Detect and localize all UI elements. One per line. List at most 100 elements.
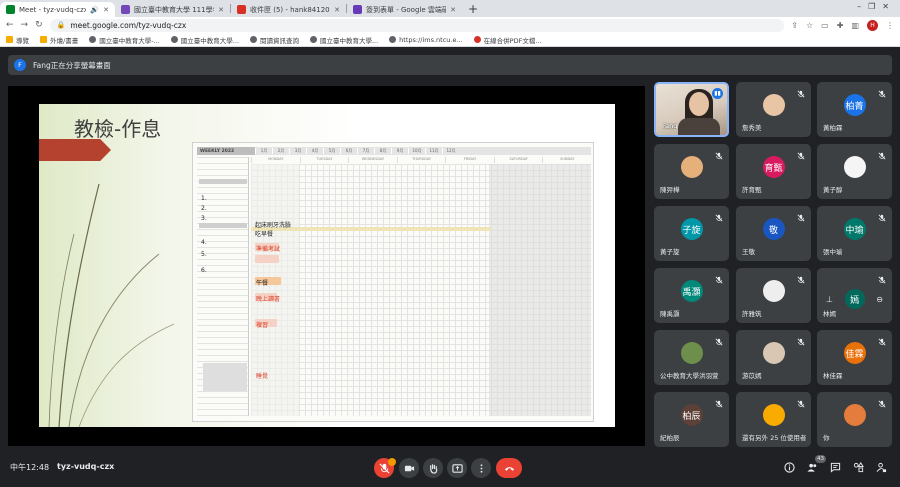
close-tab-icon[interactable]: ✕: [103, 6, 109, 14]
presentation-stage[interactable]: 教檢-作息 WEEKLY 2022 1月 2月 3月 4月 5月 6月 7月 8…: [8, 86, 645, 446]
participant-tile[interactable]: 柏辰 紀柏辰: [654, 392, 729, 447]
participant-tile[interactable]: 佳霖 林佳霖: [817, 330, 892, 385]
handwritten-note: 準備考試: [256, 246, 281, 253]
participant-tile[interactable]: 敬王敬: [736, 206, 811, 261]
participant-name: 黃子旋: [660, 248, 680, 256]
participant-tile[interactable]: 黃子醇: [817, 144, 892, 199]
participant-name: 紀柏辰: [660, 434, 680, 442]
profile-avatar[interactable]: H: [867, 19, 878, 31]
browser-tab-meet[interactable]: Meet - tyz-vudq-czx 🔊 ✕: [0, 2, 115, 17]
share-icon[interactable]: ⇪: [791, 21, 798, 30]
bookmark-label: 國立臺中教育大學-...: [99, 36, 160, 45]
participant-tile[interactable]: 還有另外 25 位使用者: [736, 392, 811, 447]
chat-button[interactable]: [829, 461, 842, 474]
month-label: 7月: [357, 148, 374, 154]
participant-name: 游苡嫣: [742, 372, 762, 380]
more-options-button[interactable]: [471, 458, 491, 478]
gmail-favicon-icon: [237, 5, 246, 14]
day-label: THURSDAY: [396, 157, 446, 163]
note-number: 2.: [201, 205, 207, 212]
participant-tile[interactable]: 中瑜 張中瑜: [817, 206, 892, 261]
bookmark-label: 閱讀資訊查詢: [259, 36, 299, 45]
browser-tab-ntcu[interactable]: 國立臺中教育大學 111學年度 英... ✕: [115, 2, 230, 17]
reload-icon[interactable]: ↻: [35, 20, 43, 30]
participant-tile[interactable]: 育甄 許育甄: [736, 144, 811, 199]
extensions-icon[interactable]: ✚: [837, 21, 844, 30]
camera-icon[interactable]: ▭: [821, 21, 829, 30]
info-icon: [784, 462, 795, 473]
bookmark-item[interactable]: 外燴/書畫: [40, 35, 78, 45]
participant-tile[interactable]: 詹秀美: [736, 82, 811, 137]
browser-tab-strip: Meet - tyz-vudq-czx 🔊 ✕ 國立臺中教育大學 111學年度 …: [0, 0, 900, 17]
window-controls[interactable]: –❐✕: [857, 2, 896, 11]
month-label: 5月: [323, 148, 340, 154]
tab-title: 簽到表單 - Google 雲端硬碟: [366, 5, 447, 14]
participant-tile[interactable]: 柏菁 黃柏霖: [817, 82, 892, 137]
month-label: 8月: [374, 148, 391, 154]
meet-bottom-bar: 中午12:48 tyz-vudq-czx: [0, 452, 900, 487]
sidepanel-icon[interactable]: ▥: [851, 21, 859, 30]
close-tab-icon[interactable]: ✕: [218, 6, 224, 14]
bookmark-item[interactable]: 國立臺中教育大學-...: [89, 35, 160, 45]
participant-name: 還有另外 25 位使用者: [742, 434, 807, 442]
tab-title: 國立臺中教育大學 111學年度 英...: [134, 5, 214, 14]
browser-toolbar: ← → ↻ 🔒 meet.google.com/tyz-vudq-czx ⇪ ☆…: [0, 17, 900, 33]
more-vert-icon: [480, 463, 482, 473]
new-tab-button[interactable]: +: [462, 2, 484, 16]
day-label: SATURDAY: [493, 157, 543, 163]
host-controls-button[interactable]: [875, 461, 888, 474]
people-button[interactable]: [806, 461, 819, 474]
mic-off-icon: [797, 336, 805, 346]
site-favicon-icon: [121, 5, 130, 14]
participant-name: 黃柏霖: [823, 124, 843, 132]
participant-name: Fang: [662, 122, 678, 130]
bookmark-item[interactable]: 國立臺中教育大學...: [309, 35, 378, 45]
tab-title: Meet - tyz-vudq-czx: [19, 5, 87, 14]
participant-tile[interactable]: 子旋 黃子旋: [654, 206, 729, 261]
present-button[interactable]: [447, 458, 467, 478]
folder-icon: [40, 36, 47, 43]
browser-tab-drive[interactable]: 簽到表單 - Google 雲端硬碟 ✕: [347, 2, 462, 17]
bookmark-star-icon[interactable]: ☆: [806, 21, 813, 30]
participant-name: 許雅筑: [742, 310, 762, 318]
activities-button[interactable]: [852, 461, 865, 474]
bookmark-label: 國立臺中教育大學...: [180, 36, 239, 45]
raise-hand-button[interactable]: [423, 458, 443, 478]
browser-tab-gmail[interactable]: 收件匣 (5) - hank841204@ma... ✕: [231, 2, 346, 17]
participant-avatar: 禹灝: [680, 280, 703, 302]
participant-avatar: 敬: [762, 218, 785, 240]
slide-title: 教檢-作息: [74, 117, 162, 141]
day-label: MONDAY: [251, 157, 300, 163]
forward-icon[interactable]: →: [21, 20, 29, 30]
bookmark-item[interactable]: 導覽: [6, 35, 29, 45]
participant-tile[interactable]: ▮▮ Fang: [654, 82, 729, 137]
weekly-planner: WEEKLY 2022 1月 2月 3月 4月 5月 6月 7月 8月 9月 1…: [192, 142, 594, 422]
back-icon[interactable]: ←: [6, 20, 14, 30]
participant-tile[interactable]: 許雅筑: [736, 268, 811, 323]
participant-tile[interactable]: 你: [817, 392, 892, 447]
meeting-info-button[interactable]: [783, 461, 796, 474]
presenting-text: Fang正在分享螢幕畫面: [33, 60, 111, 70]
close-tab-icon[interactable]: ✕: [334, 6, 340, 14]
shared-slide: 教檢-作息 WEEKLY 2022 1月 2月 3月 4月 5月 6月 7月 8…: [39, 104, 615, 427]
camera-button[interactable]: [399, 458, 419, 478]
leave-call-button[interactable]: [496, 458, 522, 478]
participant-tile[interactable]: 陳羿樺: [654, 144, 729, 199]
remove-icon[interactable]: ⊖: [876, 295, 883, 304]
address-bar[interactable]: 🔒 meet.google.com/tyz-vudq-czx: [49, 18, 785, 32]
participant-avatar: [843, 404, 866, 426]
menu-icon[interactable]: ⋮: [886, 21, 894, 30]
bookmark-item[interactable]: 閱讀資訊查詢: [249, 35, 299, 45]
bookmark-item[interactable]: 在線合併PDF文檔...: [473, 35, 542, 45]
participant-tile[interactable]: 公中教育大學洪羽萱: [654, 330, 729, 385]
handwritten-note: 睡覺: [256, 373, 269, 380]
close-tab-icon[interactable]: ✕: [450, 6, 456, 14]
participant-tile[interactable]: 禹灝 陳禹灝: [654, 268, 729, 323]
pin-icon[interactable]: ⊥: [826, 295, 833, 304]
participant-tile[interactable]: 游苡嫣: [736, 330, 811, 385]
participant-name: 王敬: [742, 248, 755, 256]
planner-header: WEEKLY 2022 1月 2月 3月 4月 5月 6月 7月 8月 9月 1…: [197, 147, 591, 155]
bookmark-item[interactable]: 國立臺中教育大學...: [170, 35, 239, 45]
participant-tile[interactable]: ⊥ 嫣 ⊖ 林嫣: [817, 268, 892, 323]
bookmark-item[interactable]: https://ims.ntcu.e...: [389, 36, 463, 44]
